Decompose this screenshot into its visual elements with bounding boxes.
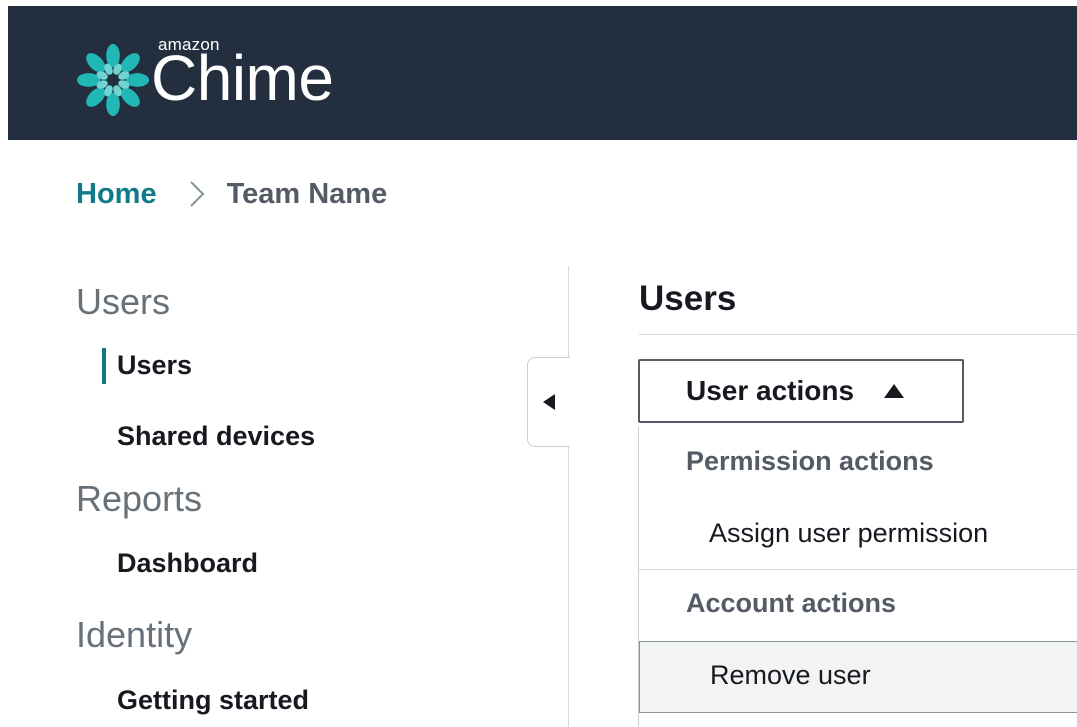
nav-item-shared-devices[interactable]: Shared devices: [117, 421, 315, 452]
active-indicator: [102, 348, 106, 384]
menu-item-label: Remove user: [710, 660, 871, 690]
logo-chime-text: Chime: [151, 42, 334, 114]
menu-item-remove-user[interactable]: Remove user: [639, 641, 1077, 713]
user-actions-button[interactable]: User actions: [638, 359, 964, 423]
top-header: amazon Chime: [8, 6, 1077, 140]
nav-section-identity: Identity: [76, 614, 193, 655]
caret-up-icon: [884, 384, 905, 398]
menu-item-label: Assign user permission: [709, 518, 989, 548]
breadcrumb: Home Team Name: [76, 176, 387, 212]
nav-divider: [568, 266, 569, 727]
nav-item-users[interactable]: Users: [117, 350, 192, 381]
user-actions-label: User actions: [686, 375, 855, 406]
menu-item-assign-permission[interactable]: Assign user permission: [639, 501, 1077, 569]
nav-section-users: Users: [76, 281, 171, 322]
breadcrumb-home-link[interactable]: Home: [76, 178, 157, 211]
chevron-right-icon: [189, 181, 204, 207]
menu-divider: [639, 569, 1077, 570]
caret-left-icon: [543, 394, 555, 410]
menu-group-account: Account actions: [686, 588, 897, 618]
app-window: amazon Chime Home Team Name Users Users …: [0, 0, 1077, 727]
title-divider: [639, 334, 1077, 335]
nav-section-reports: Reports: [76, 478, 203, 519]
page-title: Users: [639, 279, 737, 318]
collapse-nav-button[interactable]: [527, 357, 570, 447]
nav-item-getting-started[interactable]: Getting started: [117, 685, 309, 716]
user-actions-menu: Permission actions Assign user permissio…: [638, 426, 1077, 727]
breadcrumb-current: Team Name: [226, 177, 388, 210]
chime-logo-icon: [76, 43, 150, 117]
menu-group-permission: Permission actions: [686, 446, 934, 476]
nav-item-dashboard[interactable]: Dashboard: [117, 548, 258, 579]
